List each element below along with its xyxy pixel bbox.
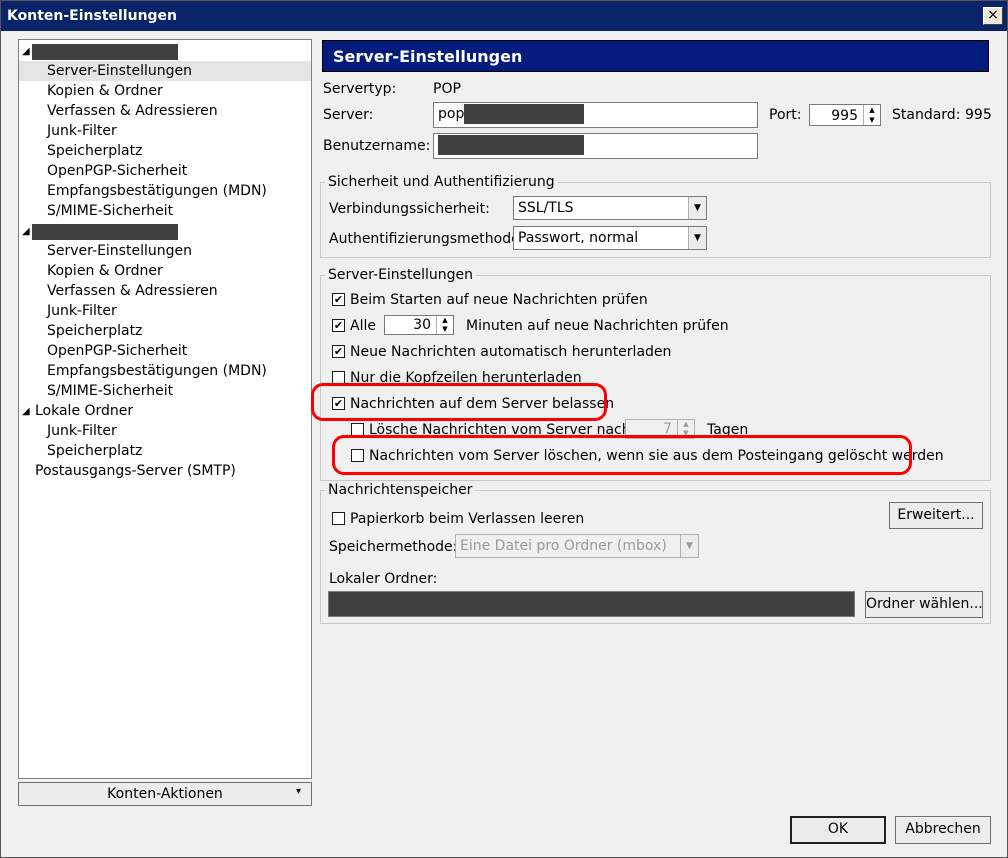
close-button[interactable]: × bbox=[983, 7, 1003, 25]
check-on-start-checkbox[interactable]: ✔ bbox=[332, 293, 345, 306]
advanced-button[interactable]: Erweitert... bbox=[889, 502, 983, 529]
local-folder-path[interactable] bbox=[328, 591, 855, 617]
account-actions-button[interactable]: Konten-Aktionen ▾ bbox=[18, 782, 312, 806]
standard-value: 995 bbox=[965, 107, 992, 123]
empty-trash-label[interactable]: Papierkorb beim Verlassen leeren bbox=[350, 510, 584, 528]
server-settings-group-title: Server-Einstellungen bbox=[325, 267, 476, 283]
account-tree[interactable]: ◢ Server-Einstellungen Kopien & Ordner V… bbox=[18, 39, 312, 779]
highlight-leave-on-server bbox=[311, 383, 607, 421]
tree-item-junk[interactable]: Junk-Filter bbox=[47, 421, 117, 441]
tree-item-smime[interactable]: S/MIME-Sicherheit bbox=[47, 201, 173, 221]
tree-item-storage[interactable]: Speicherplatz bbox=[47, 441, 142, 461]
tree-item-junk[interactable]: Junk-Filter bbox=[47, 121, 117, 141]
tree-item-junk[interactable]: Junk-Filter bbox=[47, 301, 117, 321]
storage-method-value: Eine Datei pro Ordner (mbox) bbox=[460, 538, 667, 554]
auto-download-checkbox[interactable]: ✔ bbox=[332, 345, 345, 358]
tree-item-openpgp[interactable]: OpenPGP-Sicherheit bbox=[47, 161, 187, 181]
tree-item-mdn[interactable]: Empfangsbestätigungen (MDN) bbox=[47, 181, 267, 201]
tree-item-server-settings[interactable]: Server-Einstellungen bbox=[47, 241, 192, 261]
title-bar: Konten-Einstellungen × bbox=[1, 1, 1007, 31]
tree-item-server-settings[interactable]: Server-Einstellungen bbox=[19, 61, 311, 81]
ok-button[interactable]: OK bbox=[790, 816, 886, 844]
spin-arrows-icon[interactable]: ▲ ▼ bbox=[436, 316, 453, 334]
redacted-server bbox=[464, 104, 585, 124]
auto-download-label[interactable]: Neue Nachrichten automatisch herunterlad… bbox=[350, 343, 671, 361]
storage-method-label: Speichermethode: bbox=[329, 539, 458, 555]
page-title: Server-Einstellungen bbox=[333, 47, 523, 66]
collapse-arrow-icon[interactable]: ◢ bbox=[22, 402, 30, 422]
port-value: 995 bbox=[831, 108, 858, 124]
window-title: Konten-Einstellungen bbox=[7, 8, 178, 24]
chevron-down-icon: ▼ bbox=[688, 197, 706, 219]
chevron-down-icon: ▾ bbox=[295, 786, 301, 797]
account-actions-label: Konten-Aktionen bbox=[107, 786, 223, 802]
server-label: Server: bbox=[323, 107, 374, 123]
chevron-down-icon: ▼ bbox=[688, 227, 706, 249]
spin-arrows-icon[interactable]: ▲ ▼ bbox=[863, 105, 880, 125]
tree-item-label: Lokale Ordner bbox=[35, 403, 134, 419]
redacted-username bbox=[438, 135, 584, 155]
account-settings-window: Konten-Einstellungen × ◢ Server-Einstell… bbox=[0, 0, 1008, 858]
tree-item-compose[interactable]: Verfassen & Adressieren bbox=[47, 101, 218, 121]
tree-item-storage[interactable]: Speicherplatz bbox=[47, 321, 142, 341]
check-every-label[interactable]: Alle bbox=[350, 317, 376, 335]
tree-item-copies-folders[interactable]: Kopien & Ordner bbox=[47, 81, 163, 101]
server-value: pop bbox=[438, 106, 465, 122]
port-stepper[interactable]: 995 ▲ ▼ bbox=[809, 104, 881, 126]
connection-security-value: SSL/TLS bbox=[518, 200, 574, 216]
choose-folder-button[interactable]: Ordner wählen... bbox=[865, 591, 983, 618]
collapse-arrow-icon[interactable]: ◢ bbox=[22, 42, 30, 62]
server-type-value: POP bbox=[433, 81, 461, 97]
tree-item-mdn[interactable]: Empfangsbestätigungen (MDN) bbox=[47, 361, 267, 381]
tree-item-openpgp[interactable]: OpenPGP-Sicherheit bbox=[47, 341, 187, 361]
page-header: Server-Einstellungen bbox=[322, 40, 989, 72]
server-input[interactable]: pop bbox=[433, 102, 758, 128]
chevron-down-icon: ▼ bbox=[680, 535, 698, 557]
local-folder-label: Lokaler Ordner: bbox=[329, 571, 438, 587]
collapse-arrow-icon[interactable]: ◢ bbox=[22, 222, 30, 242]
security-group-title: Sicherheit und Authentifizierung bbox=[325, 174, 558, 190]
storage-group-title: Nachrichtenspeicher bbox=[325, 482, 476, 498]
highlight-delete-when-deleted bbox=[332, 435, 912, 475]
empty-trash-checkbox[interactable] bbox=[332, 512, 345, 525]
redacted-account-name bbox=[32, 224, 178, 240]
tree-item-copies-folders[interactable]: Kopien & Ordner bbox=[47, 261, 163, 281]
auth-method-select[interactable]: Passwort, normal ▼ bbox=[513, 226, 707, 250]
storage-method-select[interactable]: Eine Datei pro Ordner (mbox) ▼ bbox=[455, 534, 699, 558]
check-on-start-label[interactable]: Beim Starten auf neue Nachrichten prüfen bbox=[350, 291, 648, 309]
cancel-button[interactable]: Abbrechen bbox=[895, 816, 991, 844]
check-interval-suffix: Minuten auf neue Nachrichten prüfen bbox=[466, 318, 729, 334]
auth-method-label: Authentifizierungsmethode: bbox=[329, 231, 525, 247]
tree-local-folders[interactable]: ◢ Lokale Ordner bbox=[19, 401, 311, 421]
username-input[interactable] bbox=[433, 133, 758, 159]
tree-item-compose[interactable]: Verfassen & Adressieren bbox=[47, 281, 218, 301]
check-interval-value: 30 bbox=[413, 317, 431, 333]
check-interval-stepper[interactable]: 30 ▲ ▼ bbox=[384, 315, 454, 335]
tree-item-storage[interactable]: Speicherplatz bbox=[47, 141, 142, 161]
tree-item-smtp[interactable]: Postausgangs-Server (SMTP) bbox=[35, 461, 236, 481]
check-every-checkbox[interactable]: ✔ bbox=[332, 319, 345, 332]
auth-method-value: Passwort, normal bbox=[518, 230, 639, 246]
server-type-label: Servertyp: bbox=[323, 81, 397, 97]
port-label: Port: bbox=[769, 107, 802, 123]
connection-security-label: Verbindungssicherheit: bbox=[329, 201, 490, 217]
standard-label: Standard: bbox=[892, 107, 961, 123]
tree-item-smime[interactable]: S/MIME-Sicherheit bbox=[47, 381, 173, 401]
redacted-account-name bbox=[32, 44, 178, 60]
tree-account-1[interactable]: ◢ bbox=[19, 41, 311, 61]
tree-account-2[interactable]: ◢ bbox=[19, 221, 311, 241]
username-label: Benutzername: bbox=[323, 138, 431, 154]
connection-security-select[interactable]: SSL/TLS ▼ bbox=[513, 196, 707, 220]
